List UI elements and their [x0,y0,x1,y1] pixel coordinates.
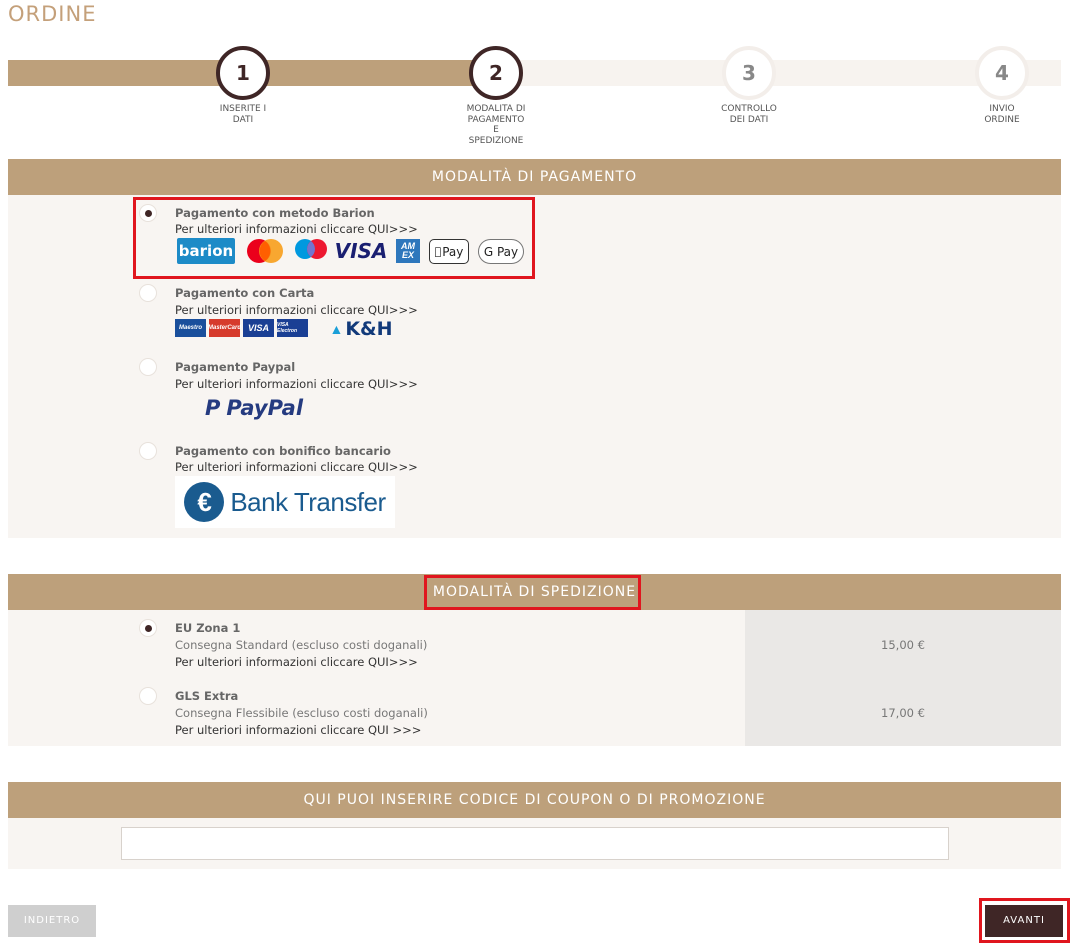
kh-bank-logo: ▲ K&H [311,317,411,340]
euro-icon: € [184,482,225,522]
step-circle: 1 [216,46,270,100]
step-circle: 3 [722,46,776,100]
shipping-radio-gls-extra[interactable] [139,687,157,705]
shipping-info-link[interactable]: Per ulteriori informazioni cliccare QUI>… [175,655,418,669]
step-label: CONTROLLO DEI DATI [721,104,777,125]
maestro-card-logo: Maestro [175,319,206,337]
step-circle: 4 [975,46,1029,100]
payment-option-title: Pagamento con Carta [175,286,315,300]
step-label: INVIO ORDINE [984,104,1020,125]
step-label: INSERITE I DATI [219,104,267,125]
shipping-price-column [745,610,1061,746]
bank-transfer-label: Bank Transfer [230,486,386,517]
payment-option-title: Pagamento con bonifico bancario [175,444,391,458]
paypal-label: PayPal [226,396,304,420]
bank-transfer-logo: € Bank Transfer [175,476,395,528]
payment-info-link[interactable]: Per ulteriori informazioni cliccare QUI>… [175,460,418,474]
shipping-radio-eu-zona-1[interactable] [139,619,157,637]
next-button[interactable]: AVANTI [985,905,1063,937]
payment-radio-bank[interactable] [139,442,157,460]
page-title: ORDINE [8,2,97,26]
shipping-price: 15,00 € [881,638,925,652]
step-4: 4 INVIO ORDINE [962,46,1042,125]
step-2: 2 MODALITA DI PAGAMENTO E SPEDIZIONE [456,46,536,146]
shipping-option-desc: Consegna Standard (escluso costi doganal… [175,638,428,652]
payment-option-title: Pagamento Paypal [175,360,296,374]
visa-electron-logo: VISA Electron [277,319,308,337]
shipping-price: 17,00 € [881,706,925,720]
visa-card-logo: VISA [243,319,274,337]
step-3: 3 CONTROLLO DEI DATI [709,46,789,125]
mastercard-card-logo: MasterCard [208,319,241,337]
payment-header: MODALITÀ DI PAGAMENTO [8,159,1061,195]
payment-info-link[interactable]: Per ulteriori informazioni cliccare QUI>… [175,303,418,317]
back-button[interactable]: INDIETRO [8,905,96,937]
coupon-header: QUI PUOI INSERIRE CODICE DI COUPON O DI … [8,782,1061,818]
paypal-p-icon: P [204,396,221,420]
shipping-info-link[interactable]: Per ulteriori informazioni cliccare QUI … [175,723,421,737]
payment-info-link[interactable]: Per ulteriori informazioni cliccare QUI>… [175,377,418,391]
paypal-logo: P PayPal [194,393,314,423]
shipping-option-title: GLS Extra [175,689,239,703]
payment-radio-paypal[interactable] [139,358,157,376]
shipping-option-title: EU Zona 1 [175,621,241,635]
payment-radio-card[interactable] [139,284,157,302]
coupon-input[interactable] [121,827,949,860]
shipping-option-desc: Consegna Flessibile (escluso costi dogan… [175,706,428,720]
step-circle: 2 [469,46,523,100]
kh-label: K&H [345,317,393,340]
step-1: 1 INSERITE I DATI [203,46,283,125]
barion-highlight [133,197,535,279]
step-label: MODALITA DI PAGAMENTO E SPEDIZIONE [466,104,526,146]
shipping-header-highlight [424,575,641,610]
kh-symbol-icon: ▲ [329,320,344,337]
